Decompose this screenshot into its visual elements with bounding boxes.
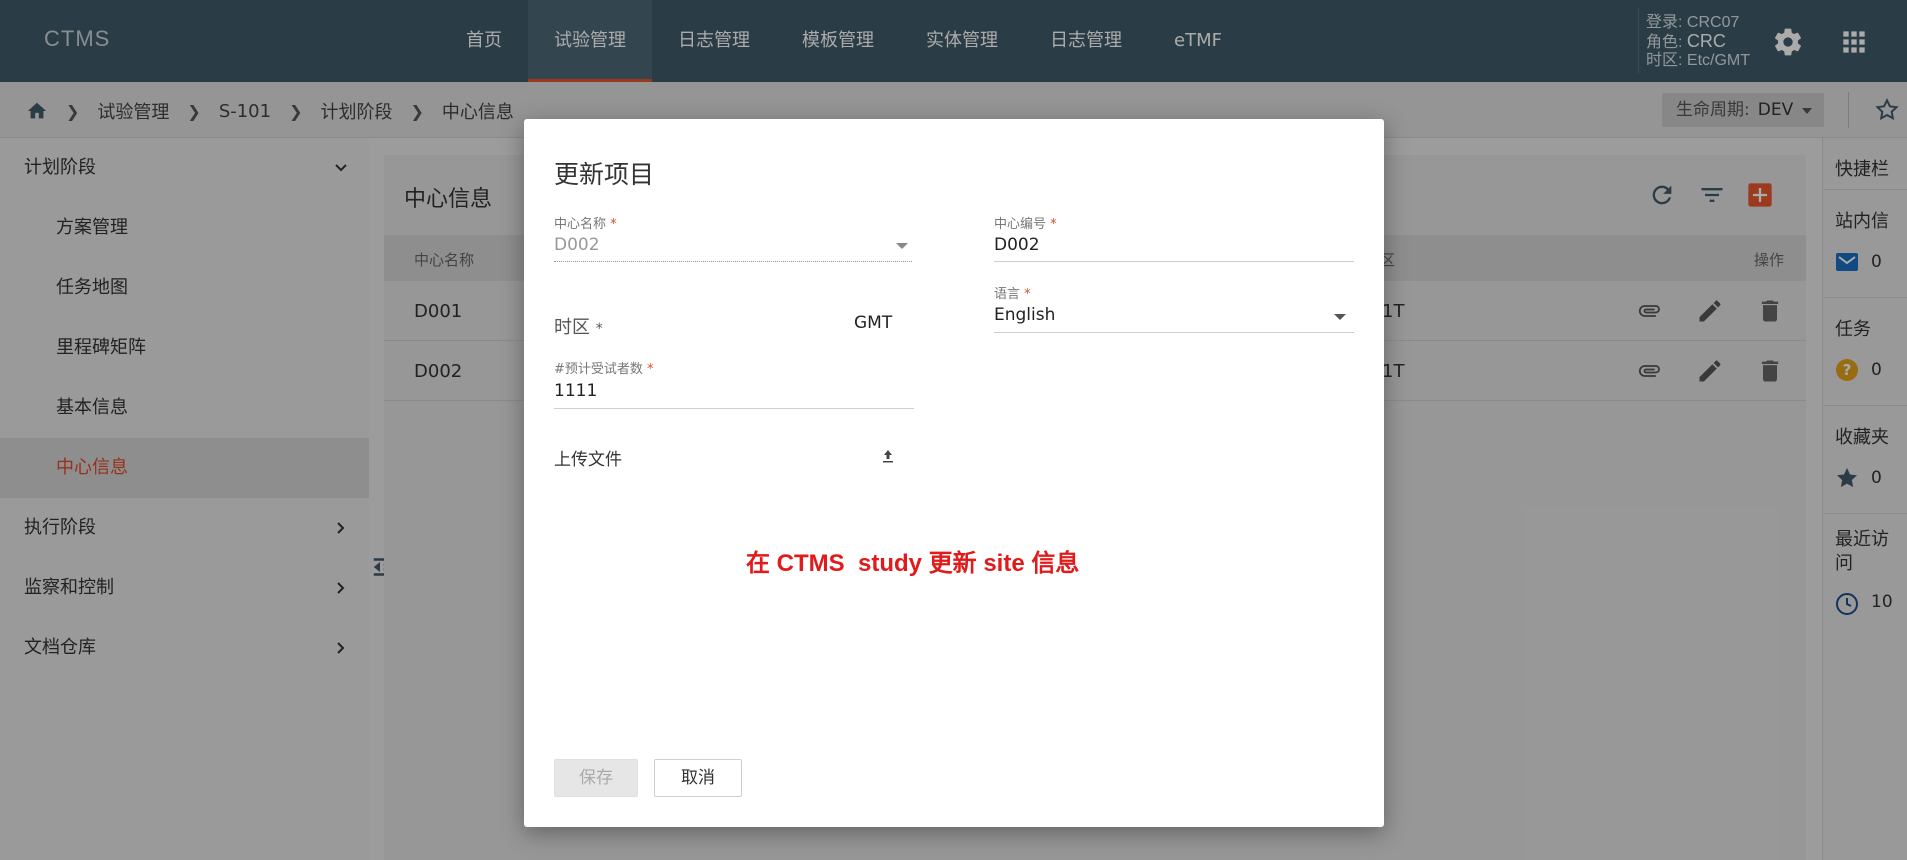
upload-file-label: 上传文件: [554, 450, 622, 470]
upload-icon[interactable]: [880, 447, 896, 465]
site-code-input[interactable]: D002: [994, 235, 1040, 255]
expected-subjects-input[interactable]: 1111: [554, 381, 597, 401]
cancel-button[interactable]: 取消: [654, 759, 742, 797]
divider: [994, 332, 1354, 333]
update-item-dialog: 更新项目 中心名称 * D002 中心编号 * D002 时区 * GMT 语言…: [524, 119, 1384, 827]
site-name-label: 中心名称 *: [554, 217, 617, 232]
annotation-text: 在 CTMS study 更新 site 信息: [746, 550, 1080, 577]
language-select[interactable]: English: [994, 305, 1055, 325]
divider: [554, 408, 914, 409]
caret-down-icon[interactable]: [1334, 314, 1346, 320]
site-code-label: 中心编号 *: [994, 217, 1057, 232]
timezone-label: 时区 *: [554, 317, 603, 338]
site-name-select: D002: [554, 235, 600, 255]
expected-subjects-label: #预计受试者数 *: [554, 362, 654, 377]
divider: [994, 261, 1354, 262]
divider: [554, 261, 912, 262]
timezone-value[interactable]: GMT: [854, 313, 892, 333]
dialog-title: 更新项目: [554, 160, 655, 189]
language-label: 语言 *: [994, 287, 1031, 302]
caret-down-icon: [896, 243, 908, 249]
save-button[interactable]: 保存: [554, 759, 638, 797]
